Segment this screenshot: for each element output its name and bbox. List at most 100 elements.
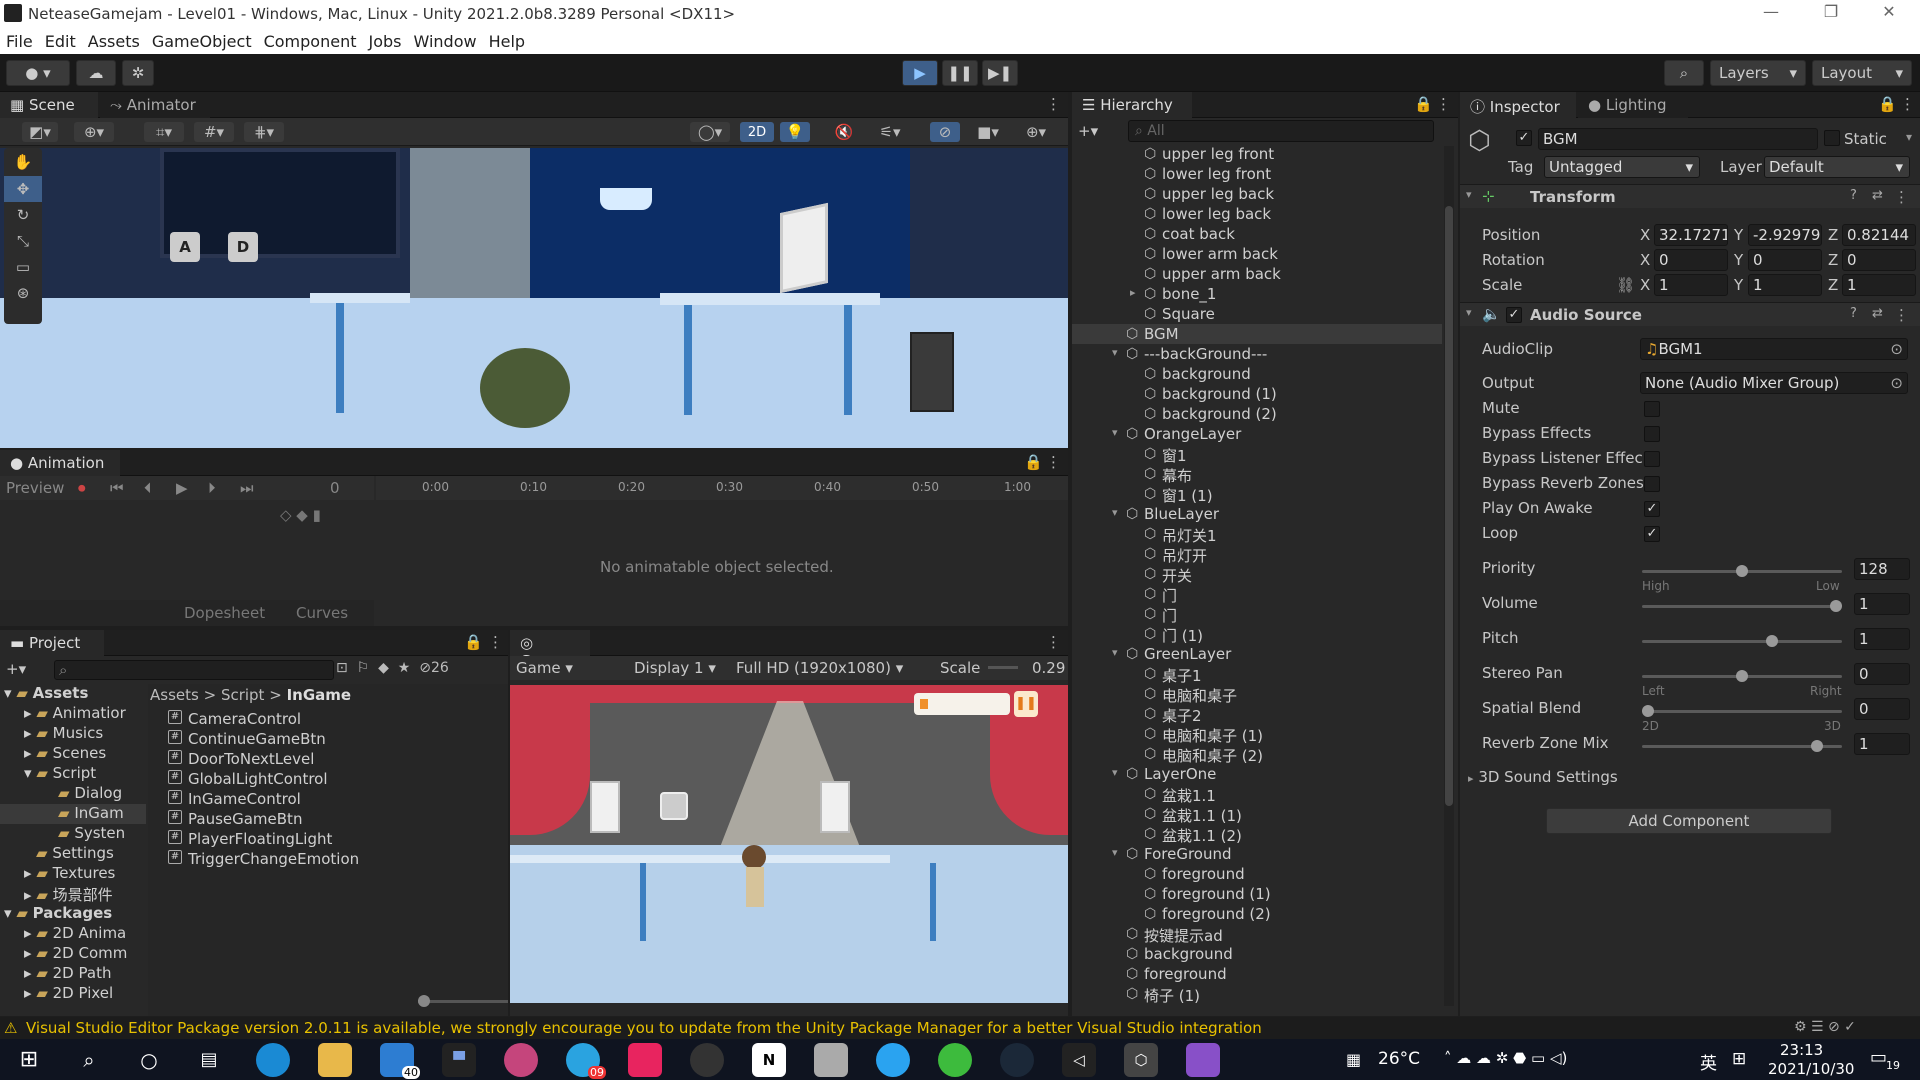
hierarchy-row[interactable]: ⬡ upper arm back	[1072, 264, 1442, 284]
hierarchy-row[interactable]: ⬡ 窗1	[1072, 444, 1442, 465]
pos-y-field[interactable]: -2.92979	[1748, 224, 1822, 246]
tree-packages[interactable]: ▾ ▰ Packages	[4, 904, 112, 924]
slider-knob[interactable]	[1830, 600, 1842, 612]
hierarchy-row[interactable]: ⬡ 吊灯关1	[1072, 524, 1442, 545]
tree-script[interactable]: ▾ ▰ Script	[24, 764, 96, 784]
slider-knob[interactable]	[1736, 670, 1748, 682]
tree-2d-common[interactable]: ▸ ▰ 2D Comm	[24, 944, 127, 964]
spatial-blend-field[interactable]: 0	[1854, 698, 1910, 720]
breadcrumb-script[interactable]: Script	[221, 686, 265, 704]
inspector-menu-icon[interactable]: ⋮	[1900, 95, 1915, 113]
expand-arrow-icon[interactable]: ▾	[1112, 766, 1118, 779]
axis-x-label[interactable]: X	[1640, 226, 1650, 244]
hierarchy-row[interactable]: ⬡ 电脑和桌子	[1072, 684, 1442, 705]
tab-animation[interactable]: ● Animation	[0, 450, 120, 476]
expand-arrow-icon[interactable]: ▾	[1112, 646, 1118, 659]
priority-field[interactable]: 128	[1854, 558, 1910, 580]
notion-icon[interactable]: N	[752, 1043, 786, 1077]
unity-hub-icon[interactable]: ⬡	[1124, 1043, 1158, 1077]
next-key-icon[interactable]: ⏵	[208, 479, 216, 497]
scl-z-field[interactable]: 1	[1842, 274, 1916, 296]
hierarchy-search-input[interactable]: ⌕ All	[1128, 120, 1434, 142]
breadcrumb-assets[interactable]: Assets	[150, 686, 199, 704]
hierarchy-row[interactable]: ⬡ lower leg front	[1072, 164, 1442, 184]
bypass-reverb-checkbox[interactable]	[1644, 476, 1660, 492]
pitch-slider[interactable]	[1642, 635, 1842, 647]
expand-arrow-icon[interactable]: ▾	[1112, 506, 1118, 519]
draw-mode-icon[interactable]: ◩▾	[22, 122, 58, 142]
scene-viewport[interactable]: A D ✋ ✥ ↻ ⤡ ▭ ⊛	[0, 148, 1068, 448]
output-field[interactable]: None (Audio Mixer Group) ⊙	[1640, 372, 1908, 394]
animation-menu-icon[interactable]: ⋮	[1046, 453, 1061, 471]
file-item[interactable]: # DoorToNextLevel	[168, 750, 314, 770]
volume-field[interactable]: 1	[1854, 593, 1910, 615]
unity-icon[interactable]: ◁	[1062, 1043, 1096, 1077]
task-view-icon[interactable]: ▤	[192, 1043, 226, 1077]
pause-button[interactable]: ❚❚	[942, 60, 978, 86]
hierarchy-row[interactable]: ▾ ⬡ ForeGround	[1072, 844, 1442, 864]
lighting-icon[interactable]: 💡	[780, 122, 810, 142]
breadcrumb-ingame[interactable]: InGame	[287, 686, 352, 704]
play-on-awake-checkbox[interactable]: ✓	[1644, 501, 1660, 517]
hierarchy-add-icon[interactable]: +▾	[1078, 122, 1108, 142]
transform-tool-icon[interactable]: ⊛	[4, 280, 42, 306]
hierarchy-row[interactable]: ⬡ foreground	[1072, 864, 1442, 884]
axis-z-label[interactable]: Z	[1828, 251, 1838, 269]
move-tool-icon[interactable]: ✥	[4, 176, 42, 202]
project-search-input[interactable]: ⌕	[54, 660, 334, 680]
scl-x-field[interactable]: 1	[1654, 274, 1728, 296]
axis-y-label[interactable]: Y	[1734, 226, 1743, 244]
hierarchy-row[interactable]: ⬡ 桌子2	[1072, 704, 1442, 725]
hierarchy-row[interactable]: ⬡ background (1)	[1072, 384, 1442, 404]
record-icon[interactable]: ⏺	[78, 479, 86, 497]
tree-dialog[interactable]: ▰ Dialog	[58, 784, 122, 804]
play-button[interactable]: ▶	[902, 60, 938, 86]
pitch-field[interactable]: 1	[1854, 628, 1910, 650]
hierarchy-menu-icon[interactable]: ⋮	[1436, 95, 1451, 113]
scale-link-icon[interactable]: ⛓	[1616, 276, 1635, 294]
hierarchy-row[interactable]: ▾ ⬡ OrangeLayer	[1072, 424, 1442, 444]
project-menu-icon[interactable]: ⋮	[488, 633, 503, 651]
hierarchy-row[interactable]: ⬡ 门 (1)	[1072, 624, 1442, 645]
hierarchy-row[interactable]: ⬡ 吊灯开	[1072, 544, 1442, 565]
icon-size-slider[interactable]	[418, 995, 508, 1007]
wechat-icon[interactable]	[938, 1043, 972, 1077]
clock-time[interactable]: 23:13	[1780, 1041, 1823, 1059]
menu-component[interactable]: Component	[258, 28, 363, 51]
axis-y-label[interactable]: Y	[1734, 251, 1743, 269]
tag-dropdown[interactable]: Untagged ▾	[1544, 156, 1700, 178]
timeline-ruler[interactable]: 0:00 0:10 0:20 0:30 0:40 0:50 1:00	[376, 476, 1068, 500]
file-item[interactable]: # ContinueGameBtn	[168, 730, 326, 750]
grid-snap-icon[interactable]: ⌗▾	[144, 122, 184, 142]
global-icon[interactable]: ⊕▾	[74, 122, 114, 142]
hierarchy-row[interactable]: ▾ ⬡ ---backGround---	[1072, 344, 1442, 364]
game-center-icon[interactable]	[504, 1043, 538, 1077]
hierarchy-row[interactable]: ⬡ 门	[1072, 584, 1442, 605]
pos-x-field[interactable]: 32.17271	[1654, 224, 1728, 246]
hierarchy-row[interactable]: ⬡ background	[1072, 364, 1442, 384]
resolution-dropdown[interactable]: Full HD (1920x1080) ▾	[736, 659, 903, 677]
hierarchy-row[interactable]: ⬡ lower leg back	[1072, 204, 1442, 224]
game-viewport[interactable]: ❚❚	[510, 685, 1068, 1003]
axis-z-label[interactable]: Z	[1828, 226, 1838, 244]
hierarchy-row[interactable]: ⬡ 电脑和桌子 (1)	[1072, 724, 1442, 745]
layers-dropdown[interactable]: Layers ▾	[1710, 60, 1806, 86]
rot-x-field[interactable]: 0	[1654, 249, 1728, 271]
tree-2d-pixel[interactable]: ▸ ▰ 2D Pixel	[24, 984, 113, 1004]
pos-z-field[interactable]: 0.82144	[1842, 224, 1916, 246]
display-dropdown[interactable]: Display 1 ▾	[634, 659, 716, 677]
file-item[interactable]: # GlobalLightControl	[168, 770, 328, 790]
tab-project[interactable]: ▬ Project	[0, 630, 104, 656]
audio-source-header[interactable]: ▾ 🔈 ✓ Audio Source ? ⇄ ⋮	[1460, 302, 1920, 326]
ime-indicator[interactable]: 英	[1700, 1049, 1717, 1074]
first-key-icon[interactable]: ⏮	[110, 479, 124, 497]
priority-slider[interactable]	[1642, 565, 1842, 577]
tree-scene-parts[interactable]: ▸ ▰ 场景部件	[24, 884, 113, 904]
hierarchy-row[interactable]: ⬡ upper leg front	[1072, 144, 1442, 164]
menu-jobs[interactable]: Jobs	[362, 28, 407, 51]
file-item[interactable]: # PlayerFloatingLight	[168, 830, 332, 850]
game-view-dropdown[interactable]: Game ▾	[516, 659, 573, 677]
layer-dropdown[interactable]: Default ▾	[1764, 156, 1910, 178]
tab-scene[interactable]: ▦ Scene	[0, 92, 98, 118]
key-buttons[interactable]: ◇ ◆ ▮	[280, 506, 360, 526]
